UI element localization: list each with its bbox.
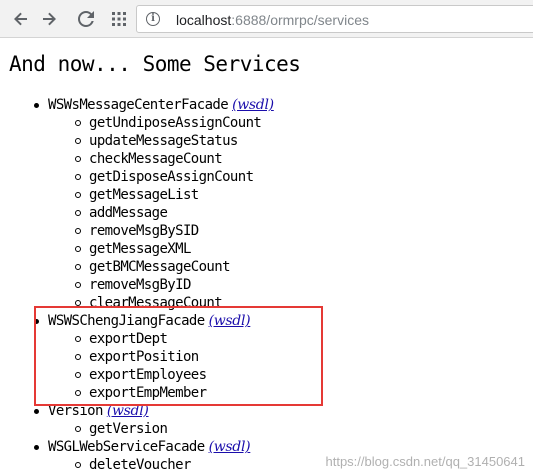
method-list: exportDept exportPosition exportEmployees e… xyxy=(48,330,274,402)
service-item: Version (wsdl) getVersion xyxy=(0,402,274,438)
service-item: WSWsMessageCenterFacade (wsdl) getUndipose… xyxy=(0,96,274,312)
method-item: getDisposeAssignCount xyxy=(48,168,274,186)
watermark: https://blog.csdn.net/qq_31450641 xyxy=(325,454,526,469)
service-name: WSGLWebServiceFacade xyxy=(48,439,205,455)
method-item: exportPosition xyxy=(48,348,274,366)
reload-button[interactable] xyxy=(76,9,96,29)
service-item: WSWSChengJiangFacade (wsdl) exportDept expo… xyxy=(0,312,274,402)
arrow-back-icon xyxy=(14,12,27,26)
method-item: exportEmployees xyxy=(48,366,274,384)
method-item: updateMessageStatus xyxy=(48,132,274,150)
method-item: getMessageXML xyxy=(48,240,274,258)
method-list: getUndiposeAssignCount updateMessageStatu… xyxy=(48,114,274,312)
method-item: removeMsgByID xyxy=(48,276,274,294)
service-name: WSWsMessageCenterFacade xyxy=(48,97,229,113)
services-list: WSWsMessageCenterFacade (wsdl) getUndipose… xyxy=(0,96,274,474)
back-button[interactable] xyxy=(11,9,31,29)
arrow-forward-icon xyxy=(43,12,56,26)
method-item: getBMCMessageCount xyxy=(48,258,274,276)
wsdl-link[interactable]: (wsdl) xyxy=(107,403,149,419)
url-text[interactable]: localhost:6888/ormrpc/services xyxy=(176,12,369,28)
apps-grid-icon xyxy=(112,12,126,26)
method-item: deleteVoucher xyxy=(48,456,274,474)
method-item: getMessageList xyxy=(48,186,274,204)
info-icon[interactable]: i xyxy=(146,12,160,26)
url-host: localhost xyxy=(176,12,232,28)
method-item: getVersion xyxy=(48,420,274,438)
method-item: addMessage xyxy=(48,204,274,222)
method-item: clearMessageCount xyxy=(48,294,274,312)
service-name: Version xyxy=(48,403,103,419)
method-item: getUndiposeAssignCount xyxy=(48,114,274,132)
wsdl-link[interactable]: (wsdl) xyxy=(209,313,251,329)
wsdl-link[interactable]: (wsdl) xyxy=(209,439,251,455)
wsdl-link[interactable]: (wsdl) xyxy=(232,97,274,113)
reload-icon xyxy=(78,11,94,27)
service-item: WSGLWebServiceFacade (wsdl) deleteVoucher xyxy=(0,438,274,474)
method-item: exportDept xyxy=(48,330,274,348)
method-item: removeMsgBySID xyxy=(48,222,274,240)
method-list: getVersion xyxy=(48,420,274,438)
apps-button[interactable] xyxy=(109,9,129,29)
service-name: WSWSChengJiangFacade xyxy=(48,313,205,329)
url-path: :6888/ormrpc/services xyxy=(231,12,369,28)
method-list: deleteVoucher xyxy=(48,456,274,474)
method-item: checkMessageCount xyxy=(48,150,274,168)
address-bar[interactable]: i localhost:6888/ormrpc/services xyxy=(136,5,533,33)
method-item: exportEmpMember xyxy=(48,384,274,402)
forward-button[interactable] xyxy=(39,9,59,29)
browser-toolbar: i localhost:6888/ormrpc/services xyxy=(0,0,533,38)
page-heading: And now... Some Services xyxy=(9,52,301,76)
